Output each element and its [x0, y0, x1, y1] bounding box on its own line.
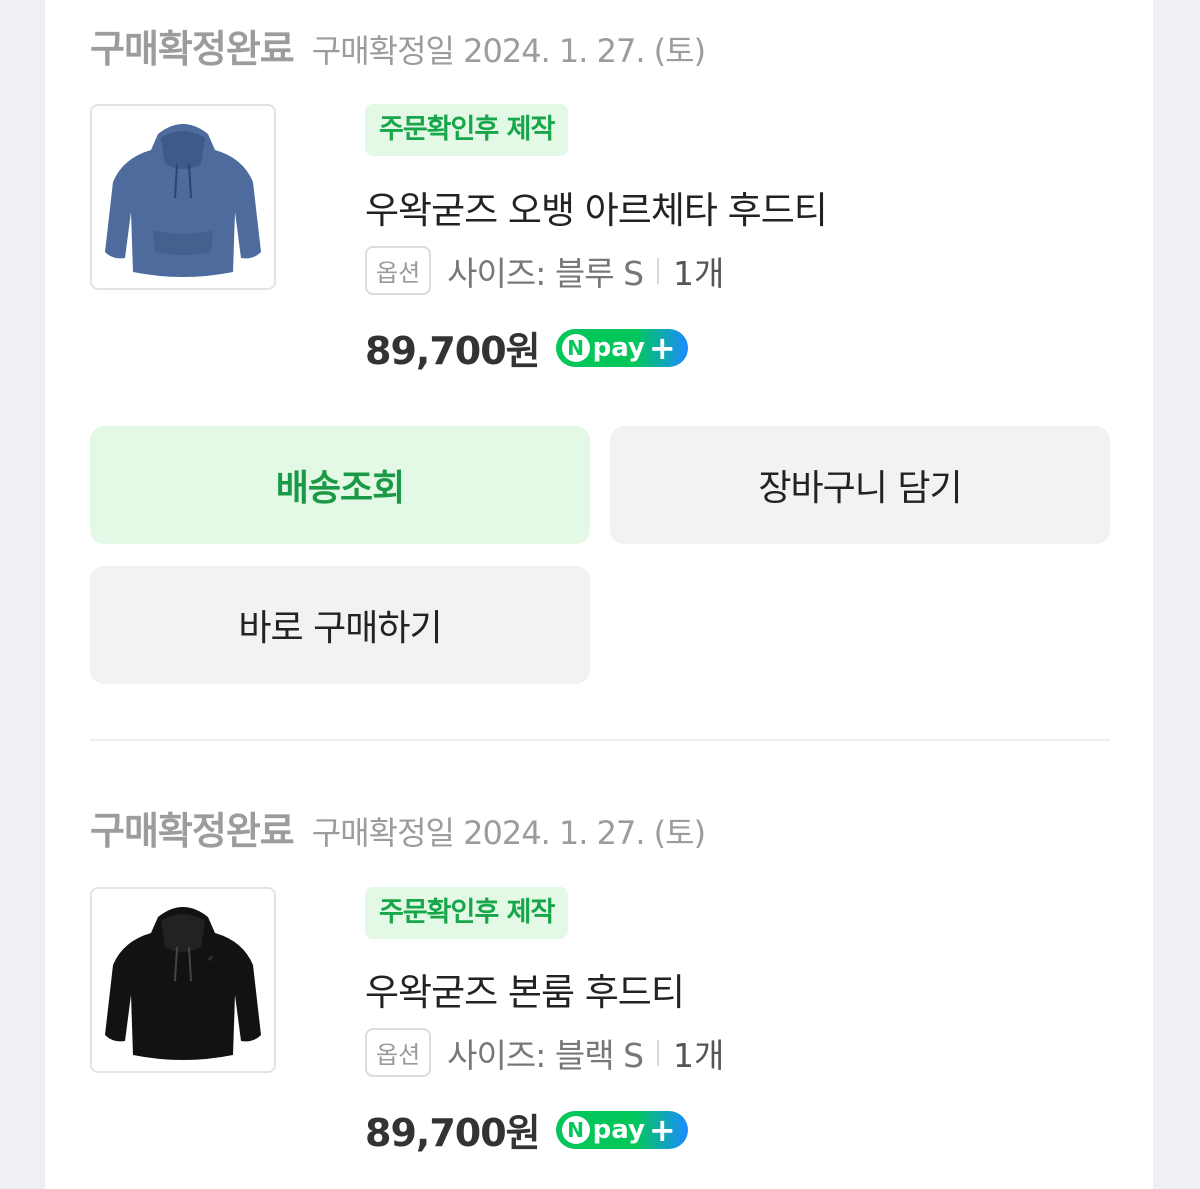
confirm-date: 구매확정일 2024. 1. 27. (토): [311, 814, 706, 852]
order-divider: [90, 739, 1110, 741]
divider: [657, 1039, 660, 1066]
product-name[interactable]: 우왁굳즈 본룸 후드티: [365, 962, 685, 1016]
add-to-cart-button[interactable]: 장바구니 담기: [610, 426, 1110, 544]
option-row: 옵션 사이즈: 블루 S 1개: [365, 246, 724, 295]
made-to-order-badge: 주문확인후 제작: [365, 104, 569, 156]
order-status-row: 구매확정완료 구매확정일 2024. 1. 27. (토): [90, 800, 706, 853]
quantity: 1개: [673, 1035, 725, 1075]
price-row: 89,700원 N pay +: [365, 1102, 688, 1157]
npay-plus-logo: N pay +: [555, 1110, 688, 1149]
option-value: 사이즈: 블루 S: [447, 253, 644, 293]
npay-plus-logo: N pay +: [555, 328, 688, 367]
divider: [657, 257, 660, 284]
buy-now-button[interactable]: 바로 구매하기: [90, 566, 590, 684]
option-tag: 옵션: [365, 1028, 432, 1077]
price: 89,700원: [365, 1111, 541, 1155]
option-tag: 옵션: [365, 246, 432, 295]
product-thumbnail[interactable]: [90, 887, 276, 1073]
npay-text: pay: [592, 1114, 645, 1145]
product-name[interactable]: 우왁굳즈 오뱅 아르체타 후드티: [365, 180, 828, 234]
order-status: 구매확정완료: [90, 809, 295, 853]
price-row: 89,700원 N pay +: [365, 320, 688, 375]
confirm-date: 구매확정일 2024. 1. 27. (토): [311, 32, 706, 70]
product-thumbnail[interactable]: [90, 104, 276, 290]
npay-text: pay: [592, 332, 645, 363]
naver-n-icon: N: [561, 1115, 590, 1144]
plus-icon: +: [648, 1110, 676, 1149]
track-delivery-button[interactable]: 배송조회: [90, 426, 590, 544]
price: 89,700원: [365, 329, 541, 373]
hoodie-black-icon: [105, 907, 261, 1060]
hoodie-blue-icon: [105, 124, 261, 277]
quantity: 1개: [673, 253, 725, 293]
order-status-row: 구매확정완료 구매확정일 2024. 1. 27. (토): [90, 18, 706, 71]
naver-n-icon: N: [561, 333, 590, 362]
order-list-card: 구매확정완료 구매확정일 2024. 1. 27. (토) 주문확인후 제작 우…: [45, 0, 1153, 1189]
order-status: 구매확정완료: [90, 27, 295, 71]
plus-icon: +: [648, 328, 676, 367]
option-value: 사이즈: 블랙 S: [447, 1035, 644, 1075]
option-row: 옵션 사이즈: 블랙 S 1개: [365, 1028, 724, 1077]
made-to-order-badge: 주문확인후 제작: [365, 887, 569, 939]
